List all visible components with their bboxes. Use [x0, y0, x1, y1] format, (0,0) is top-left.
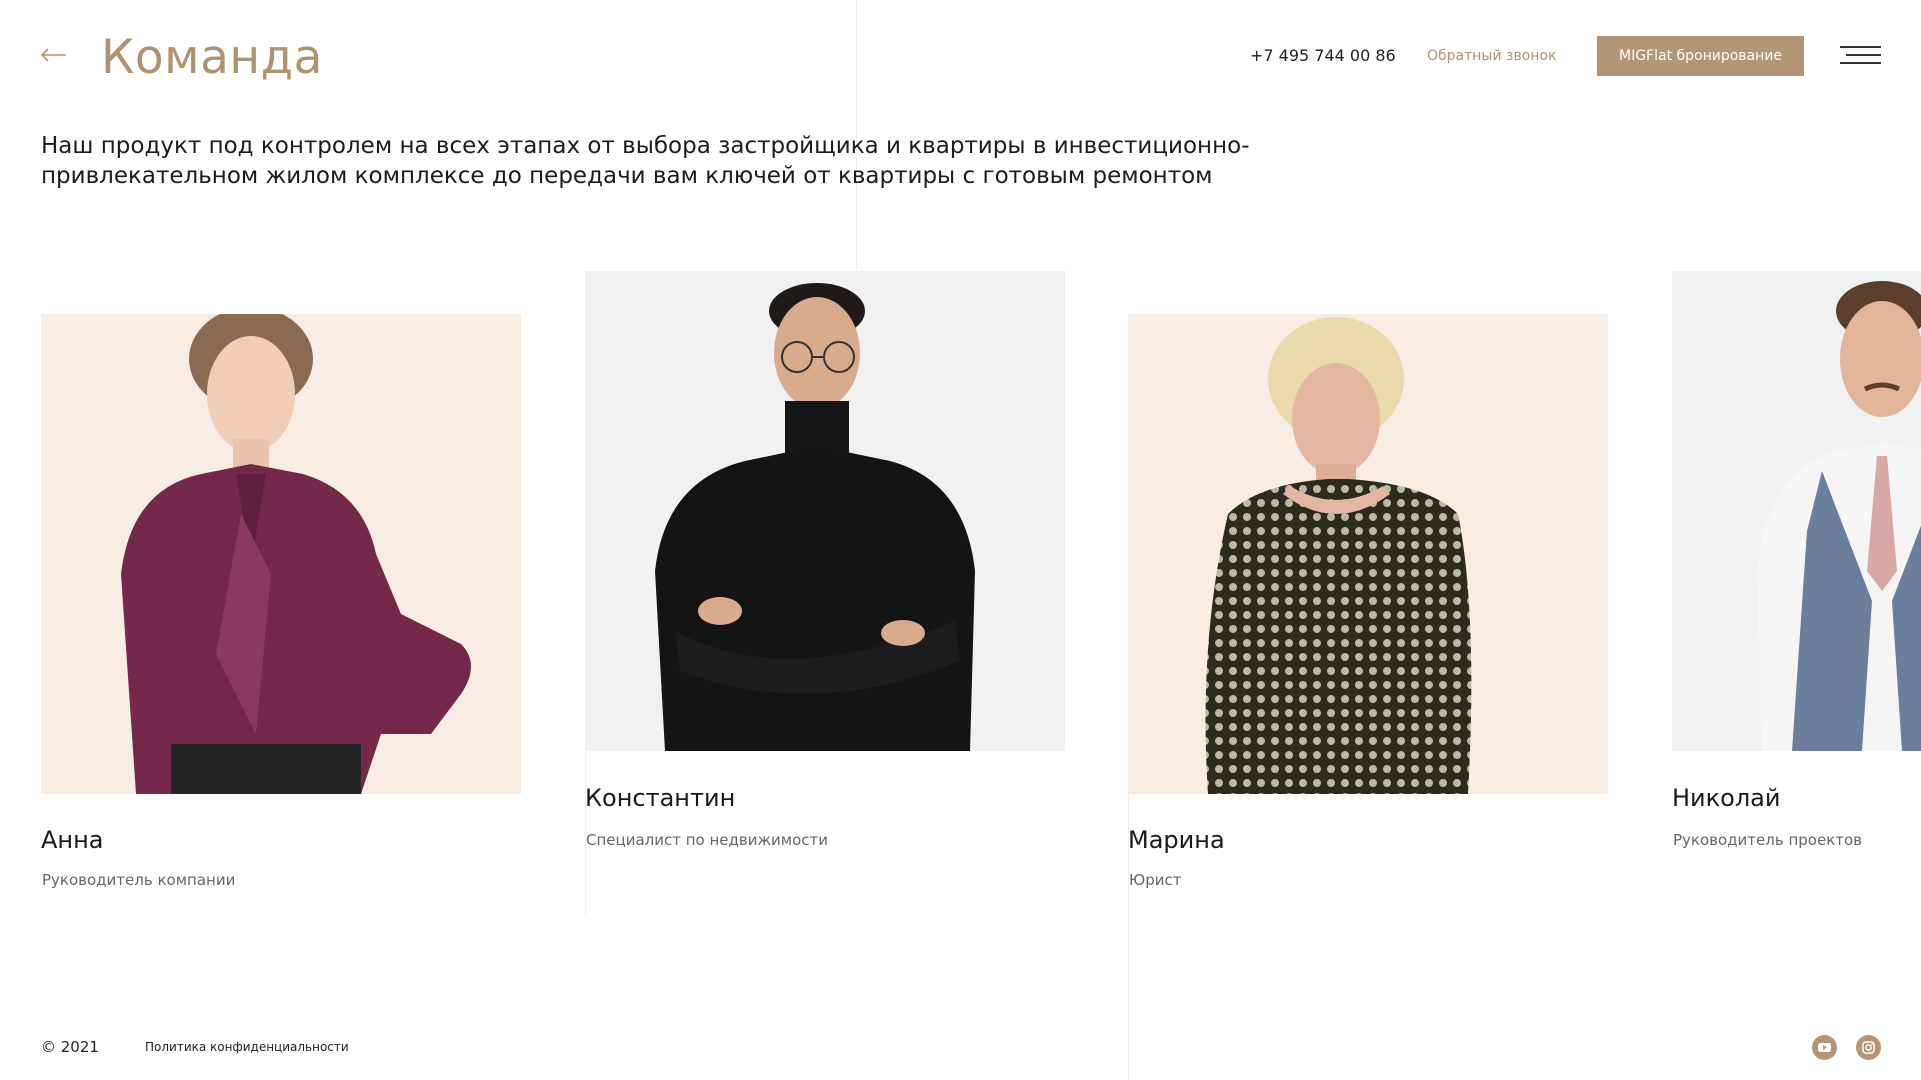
team-card[interactable]: Марина Юрист: [1128, 271, 1608, 911]
arrow-left-icon[interactable]: [40, 48, 67, 62]
intro-text: Наш продукт под контролем на всех этапах…: [41, 133, 1250, 189]
copyright: © 2021: [41, 1038, 99, 1056]
member-role: Руководитель проектов: [1673, 831, 1863, 849]
callback-link[interactable]: Обратный звонок: [1427, 48, 1556, 64]
member-photo: [41, 314, 521, 794]
phone-link[interactable]: +7 495 744 00 86: [1250, 46, 1396, 65]
page-title: Команда: [101, 30, 323, 85]
instagram-icon[interactable]: [1856, 1035, 1881, 1060]
team-card[interactable]: Николай Руководитель проектов: [1672, 271, 1921, 911]
member-name: Марина: [1128, 826, 1225, 854]
member-name: Константин: [585, 784, 736, 812]
team-card[interactable]: Анна Руководитель компании: [41, 271, 521, 911]
member-role: Специалист по недвижимости: [586, 831, 828, 849]
team-card[interactable]: Константин Специалист по недвижимости: [585, 271, 1065, 911]
menu-icon[interactable]: [1840, 46, 1881, 66]
member-photo: [1128, 314, 1608, 794]
member-photo: [585, 271, 1065, 751]
booking-button[interactable]: MIGFlat бронирование: [1597, 36, 1804, 76]
member-name: Анна: [41, 826, 104, 854]
page-header: Команда +7 495 744 00 86 Обратный звонок…: [0, 0, 1921, 115]
member-name: Николай: [1672, 784, 1781, 812]
privacy-link[interactable]: Политика конфиденциальности: [145, 1040, 349, 1054]
member-role: Руководитель компании: [42, 871, 236, 889]
youtube-icon[interactable]: [1812, 1035, 1837, 1060]
member-photo: [1672, 271, 1921, 751]
member-role: Юрист: [1129, 871, 1182, 889]
